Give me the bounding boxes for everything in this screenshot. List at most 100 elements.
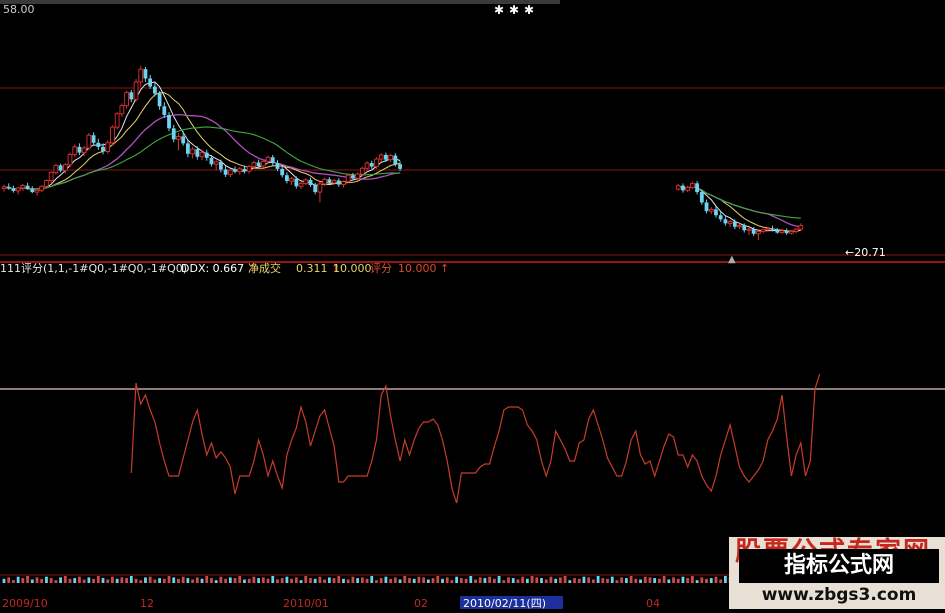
volume-bar	[511, 578, 515, 583]
candle-body	[737, 225, 742, 228]
candle-body	[760, 229, 766, 232]
volume-bar	[459, 578, 463, 583]
volume-bar	[601, 578, 605, 583]
candle-body	[322, 178, 327, 185]
volume-bar	[200, 578, 204, 583]
volume-bar	[214, 580, 218, 583]
cursor-marker-icon: ▲	[728, 254, 736, 265]
volume-bar	[285, 576, 289, 583]
candle-body	[157, 93, 162, 107]
volume-bar	[719, 579, 723, 583]
candle-body	[34, 189, 40, 193]
candle-body	[775, 229, 780, 233]
volume-bar	[257, 578, 261, 583]
volume-bar	[186, 578, 190, 583]
volume-bar	[73, 578, 77, 583]
volume-bar	[309, 578, 312, 583]
volume-bar	[12, 580, 15, 583]
ma-line-10	[3, 92, 401, 190]
volume-bar	[558, 577, 562, 583]
volume-bar	[686, 578, 690, 583]
candle-body	[237, 168, 243, 173]
volume-bar	[709, 578, 713, 583]
candle-body	[227, 169, 233, 176]
candle-body	[798, 225, 804, 230]
volume-bar	[667, 579, 671, 583]
header-indicator-strip	[0, 0, 560, 4]
candle-body	[378, 154, 384, 160]
volume-bar	[191, 579, 194, 583]
volume-bar	[313, 578, 317, 583]
volume-bar	[360, 577, 364, 583]
volume-bar	[115, 578, 119, 583]
candle-body	[681, 185, 685, 191]
volume-bar	[521, 576, 525, 583]
candle-body	[369, 163, 374, 167]
candle-body	[294, 178, 299, 187]
volume-bar	[492, 578, 496, 583]
volume-bar	[238, 576, 242, 583]
volume-bar	[346, 579, 350, 583]
volume-bar	[195, 577, 199, 583]
volume-bar	[606, 578, 609, 583]
volume-bar	[398, 579, 402, 583]
candle-body	[162, 106, 167, 115]
candle-body	[723, 219, 728, 224]
stock-chart-canvas[interactable]: 58.00 ✱ ✱ ✱ ←20.71 ▲ 111评分(1,1,-1#Q0,-1#…	[0, 0, 945, 610]
candle-body	[58, 165, 63, 171]
candle-body	[784, 230, 789, 234]
volume-bar	[96, 576, 100, 583]
score-line	[130, 373, 821, 504]
candle-body	[331, 180, 337, 184]
moving-average-lines	[3, 81, 801, 233]
candle-body	[317, 183, 323, 193]
volume-bar	[672, 577, 675, 583]
volume-bar	[700, 577, 704, 583]
volume-bar	[82, 579, 86, 583]
candle-body	[675, 185, 681, 190]
candle-body	[727, 221, 733, 224]
candle-body	[364, 162, 370, 169]
candle-body	[704, 202, 709, 212]
volume-bar	[139, 580, 143, 583]
candle-body	[171, 128, 176, 140]
candle-body	[690, 182, 695, 188]
volume-bar	[54, 580, 58, 583]
candle-body	[96, 142, 101, 147]
volume-bar	[426, 579, 430, 583]
candle-body	[313, 185, 318, 193]
volume-bar	[318, 576, 322, 583]
candle-body	[336, 180, 341, 185]
candle-body	[289, 178, 294, 182]
candle-body	[359, 167, 365, 175]
volume-bar	[167, 576, 171, 583]
x-axis-label: 02	[414, 597, 428, 609]
volume-bar	[422, 577, 426, 583]
candle-body	[355, 173, 360, 179]
volume-bar	[549, 576, 553, 583]
volume-bar	[261, 577, 265, 583]
volume-bar	[210, 578, 213, 583]
candle-body	[756, 231, 761, 235]
volume-bar	[120, 577, 124, 583]
volume-bar	[573, 578, 576, 583]
volume-bar	[299, 580, 303, 583]
low-price-label: ←20.71	[845, 246, 886, 259]
candle-body	[30, 189, 35, 193]
candle-body	[167, 114, 171, 129]
candle-body	[133, 81, 139, 100]
volume-bar	[488, 576, 492, 583]
candle-body	[199, 152, 205, 158]
volume-bar	[228, 577, 232, 583]
candle-body	[270, 157, 275, 164]
volume-bar	[280, 578, 284, 583]
net-value-2: 10.000	[333, 262, 372, 275]
volume-bar	[695, 580, 699, 583]
candle-body	[152, 86, 157, 94]
volume-bar	[247, 578, 251, 583]
candle-body	[138, 68, 144, 83]
candle-body	[218, 161, 223, 170]
candle-body	[280, 168, 285, 176]
candle-body	[213, 161, 219, 165]
indicator-title-bar[interactable]: 111评分(1,1,-1#Q0,-1#Q0,-1#Q0) DDX: 0.667 …	[0, 261, 449, 275]
